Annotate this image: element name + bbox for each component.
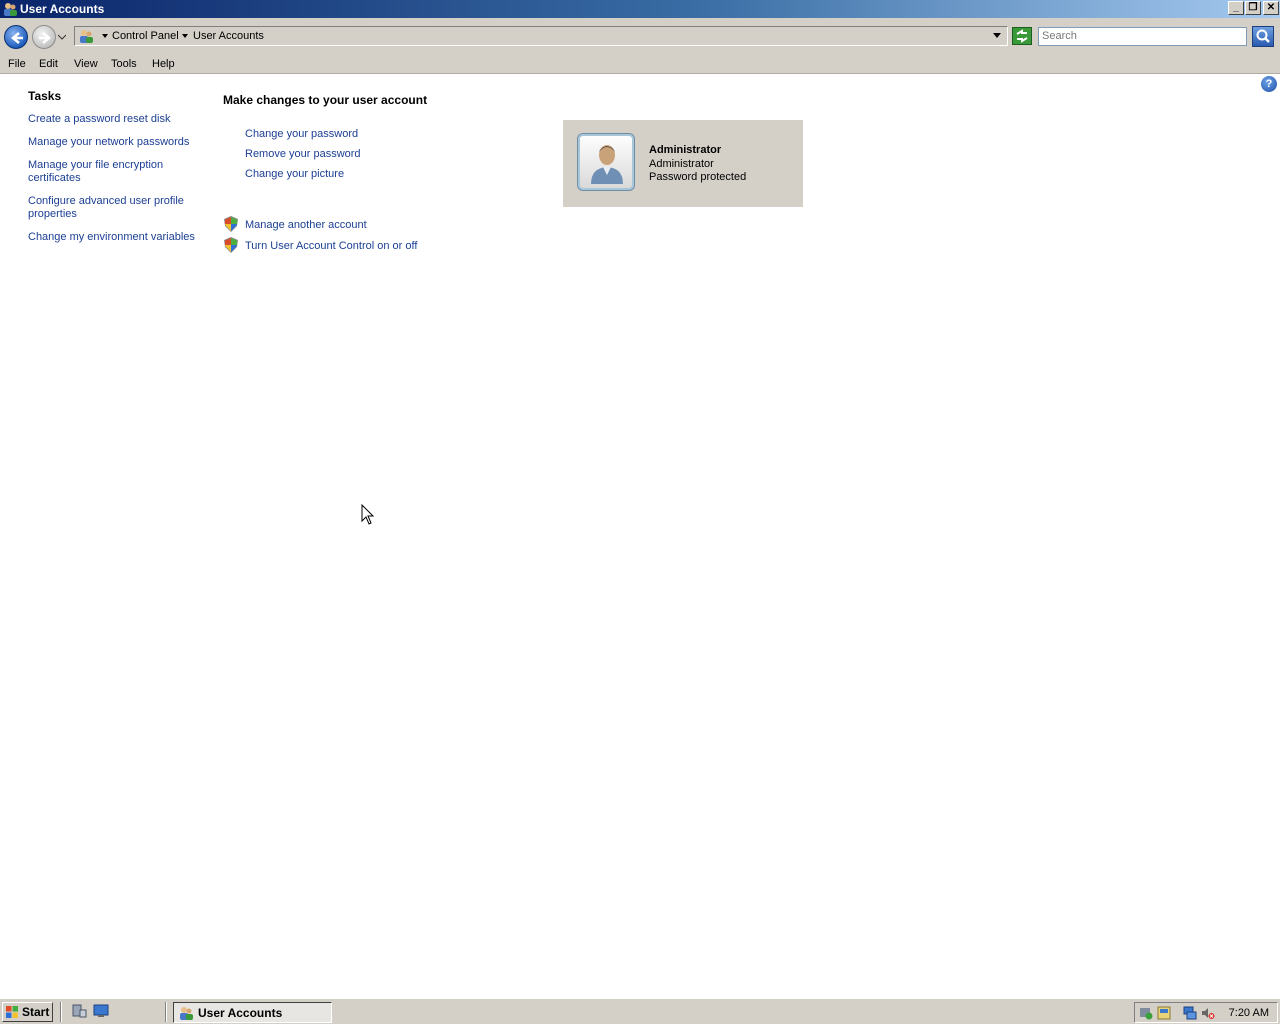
minimize-button[interactable]: _ (1228, 1, 1244, 15)
remove-password-link[interactable]: Remove your password (245, 148, 361, 161)
user-accounts-icon (180, 1007, 193, 1020)
account-status: Password protected (649, 171, 747, 183)
start-label: Start (22, 1005, 50, 1019)
address-toolbar: Control Panel User Accounts Search (0, 18, 1280, 56)
close-button[interactable]: ✕ (1263, 1, 1279, 15)
taskbar-button-label: User Accounts (198, 1006, 283, 1020)
windows-flag-icon (6, 1006, 18, 1018)
recent-pages-dropdown[interactable] (58, 34, 66, 40)
server-manager-icon[interactable] (71, 1004, 87, 1018)
address-dropdown-icon[interactable] (993, 33, 1001, 38)
task-link-password-reset-disk[interactable]: Create a password reset disk (28, 113, 170, 126)
menu-tools[interactable]: Tools (111, 58, 137, 70)
restore-button[interactable]: ❐ (1245, 1, 1261, 15)
menu-help[interactable]: Help (152, 58, 175, 70)
mouse-cursor-icon (361, 504, 374, 525)
menu-view[interactable]: View (74, 58, 98, 70)
account-card: Administrator Administrator Password pro… (563, 120, 803, 207)
update-tray-icon[interactable] (1157, 1006, 1171, 1020)
task-link-network-passwords[interactable]: Manage your network passwords (28, 136, 189, 149)
refresh-icon (1016, 29, 1028, 43)
title-bar: User Accounts _ ❐ ✕ (0, 0, 1280, 18)
start-button[interactable]: Start (2, 1002, 53, 1022)
search-input[interactable]: Search (1038, 27, 1247, 46)
taskbar-separator (165, 1002, 167, 1022)
taskbar-button-user-accounts[interactable]: User Accounts (173, 1002, 332, 1023)
system-tray: 7:20 AM (1134, 1002, 1278, 1023)
user-accounts-icon (4, 3, 17, 16)
window-title: User Accounts (20, 2, 105, 16)
back-arrow-icon (11, 32, 23, 44)
menu-edit[interactable]: Edit (39, 58, 58, 70)
control-panel-icon (80, 30, 93, 43)
account-type: Administrator (649, 158, 714, 170)
page-title: Make changes to your user account (223, 93, 428, 107)
change-picture-link[interactable]: Change your picture (245, 168, 344, 181)
uac-shield-icon (224, 237, 238, 253)
taskbar: Start User Accounts 7:20 AM (0, 998, 1280, 1024)
breadcrumb-arrow[interactable] (182, 34, 188, 38)
taskbar-separator (60, 1002, 62, 1022)
change-password-link[interactable]: Change your password (245, 128, 358, 141)
task-link-environment-variables[interactable]: Change my environment variables (28, 231, 195, 244)
search-icon (1256, 29, 1270, 43)
user-avatar-icon (591, 145, 623, 184)
menu-bar: File Edit View Tools Help (0, 56, 1280, 74)
account-name: Administrator (649, 144, 722, 156)
forward-arrow-icon (39, 32, 51, 44)
uac-shield-icon (224, 216, 238, 232)
task-link-user-profile-properties[interactable]: Configure advanced user profile properti… (28, 195, 198, 221)
back-button[interactable] (4, 25, 28, 49)
refresh-button[interactable] (1012, 27, 1032, 45)
network-tray-icon[interactable] (1183, 1006, 1197, 1020)
help-icon[interactable]: ? (1261, 76, 1277, 92)
volume-muted-icon[interactable] (1201, 1006, 1215, 1020)
menu-file[interactable]: File (8, 58, 26, 70)
security-shield-tray-icon[interactable] (1139, 1006, 1153, 1020)
show-desktop-icon[interactable] (93, 1004, 109, 1018)
avatar[interactable] (577, 133, 635, 191)
uac-toggle-link[interactable]: Turn User Account Control on or off (245, 240, 417, 253)
forward-button[interactable] (32, 25, 56, 49)
breadcrumb-user-accounts[interactable]: User Accounts (193, 30, 264, 42)
manage-another-account-link[interactable]: Manage another account (245, 219, 367, 232)
breadcrumb-arrow[interactable] (102, 34, 108, 38)
tasks-heading: Tasks (28, 89, 62, 103)
task-link-encryption-certificates[interactable]: Manage your file encryption certificates (28, 159, 198, 185)
search-button[interactable] (1252, 26, 1274, 47)
breadcrumb-control-panel[interactable]: Control Panel (112, 30, 179, 42)
clock[interactable]: 7:20 AM (1229, 1007, 1269, 1019)
address-bar[interactable]: Control Panel User Accounts (74, 26, 1008, 46)
